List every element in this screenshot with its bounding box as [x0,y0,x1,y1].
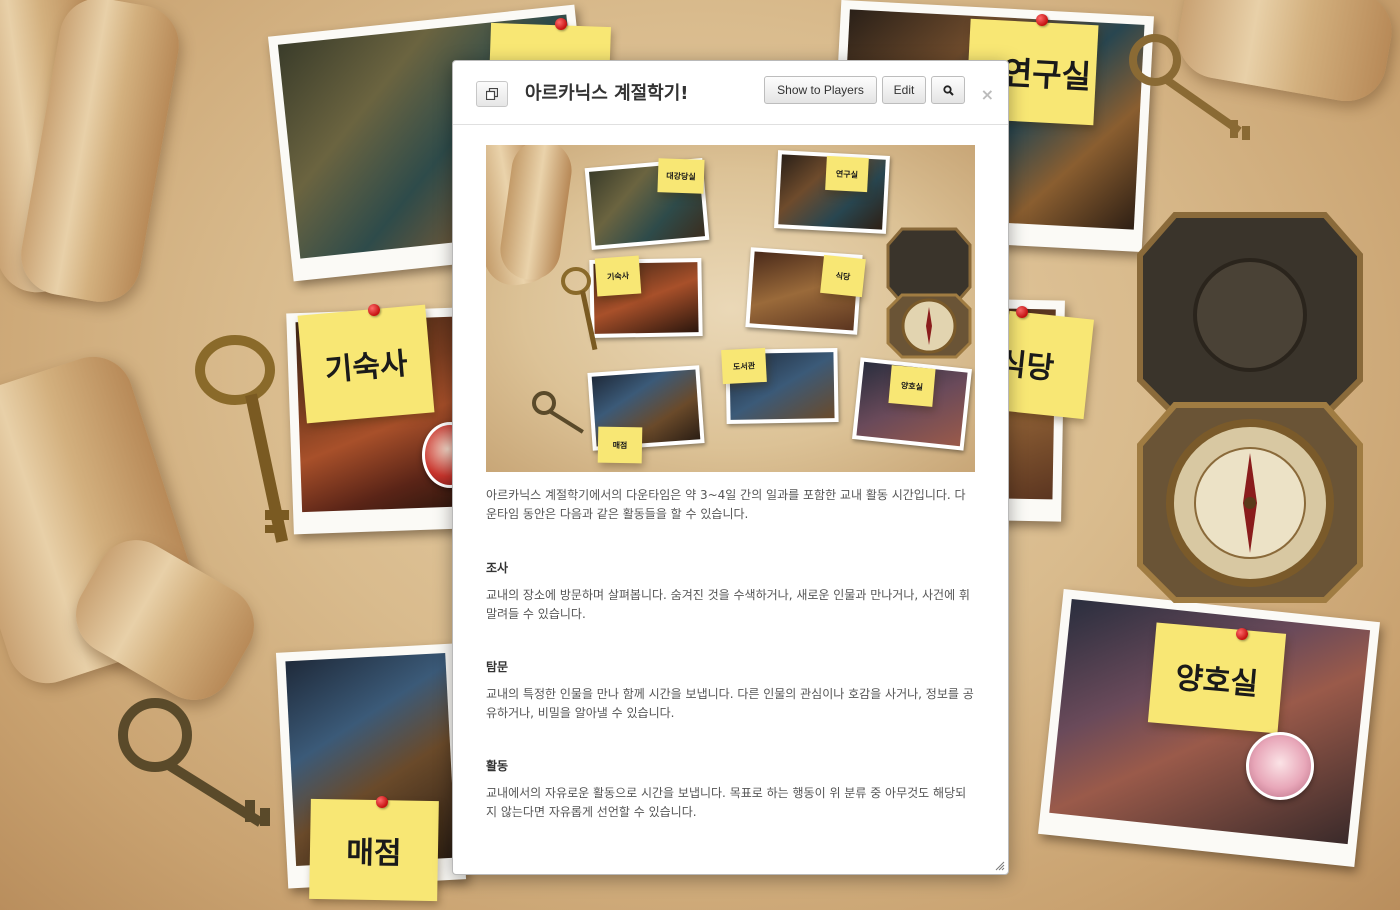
hero-note-label: 연구실 [835,167,859,180]
section-heading-investigate: 조사 [486,561,509,575]
handout-dialog: 아르카닉스 계절학기! Show to Players Edit × 대강당실 … [452,60,1009,875]
search-icon [942,84,954,96]
section-heading-inquiry: 탐문 [486,660,509,674]
popout-button[interactable] [476,81,508,107]
dialog-body: 대강당실 연구실 기숙사 식당 도서관 양호실 매점 아르카닉스 계절학기에서의… [486,145,975,821]
note-cafeteria: 식당 [997,310,1094,420]
pin [555,18,567,30]
show-to-players-button[interactable]: Show to Players [764,76,877,104]
pin [368,304,380,316]
intro-text: 아르카닉스 계절학기에서의 다운타임은 약 3~4일 간의 일과를 포함한 교내… [486,488,966,521]
pin [376,796,388,808]
pin [1016,306,1028,318]
dialog-header: 아르카닉스 계절학기! Show to Players Edit × [453,61,1008,125]
resize-handle-icon[interactable] [995,861,1005,871]
hero-note-label: 식당 [835,269,851,282]
key-decoration [110,690,290,840]
handout-image: 대강당실 연구실 기숙사 식당 도서관 양호실 매점 [486,145,975,472]
note-dorm: 기숙사 [297,304,435,424]
key-decoration [190,330,300,550]
close-icon[interactable]: × [981,85,994,104]
note-shop: 매점 [309,798,439,902]
compass-decoration [1135,205,1365,605]
key-decoration [1120,30,1260,150]
section-heading-activity: 활동 [486,759,509,773]
popout-icon [486,88,498,100]
hero-compass [886,227,972,359]
note-shop-label: 매점 [346,835,402,872]
hero-note: 식당 [820,254,866,298]
pin [1036,14,1048,26]
note-dorm-label: 기숙사 [323,346,410,389]
hero-key [561,267,598,351]
avatar [1246,732,1314,800]
dialog-title: 아르카닉스 계절학기! [525,83,689,104]
hero-note-label: 기숙사 [606,269,630,282]
hero-note: 연구실 [825,155,869,193]
hero-note-label: 매점 [612,439,628,450]
hero-note-label: 대강당실 [666,169,696,182]
hero-note: 도서관 [721,347,767,385]
note-infirmary-label: 양호실 [1173,660,1260,703]
hero-note: 대강당실 [657,158,705,194]
section-text-inquiry: 교내의 특정한 인물을 만나 함께 시간을 보냅니다. 다른 인물의 관심이나 … [486,687,974,720]
hero-note-label: 양호실 [900,379,924,392]
hero-key [532,391,584,434]
hero-note-label: 도서관 [732,359,756,372]
section-text-investigate: 교내의 장소에 방문하며 살펴봅니다. 숨겨진 것을 수색하거나, 새로운 인물… [486,588,970,621]
hero-note: 매점 [597,426,643,464]
note-lab-label: 연구실 [1001,53,1092,97]
hero-note: 양호실 [888,365,936,407]
edit-button[interactable]: Edit [882,76,926,104]
note-infirmary: 양호실 [1147,622,1287,734]
pin [1236,628,1248,640]
section-text-activity: 교내에서의 자유로운 활동으로 시간을 보냅니다. 목표로 하는 행동이 위 분… [486,786,967,819]
search-button[interactable] [931,76,965,104]
